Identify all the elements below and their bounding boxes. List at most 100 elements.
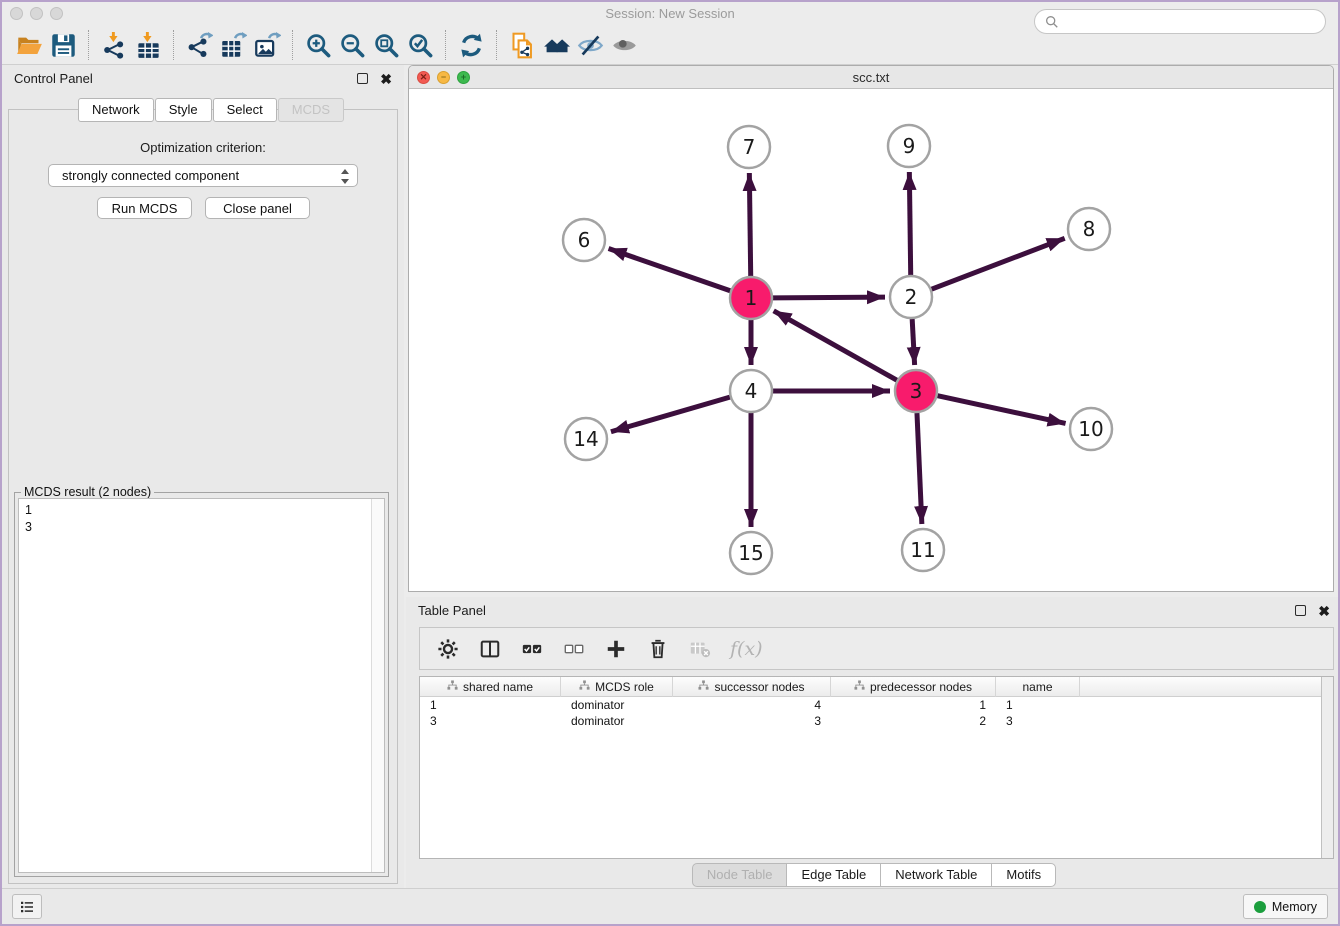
graph-node-10[interactable]: 10 <box>1070 408 1112 450</box>
svg-text:14: 14 <box>573 427 598 451</box>
edge-4-14[interactable] <box>611 397 730 432</box>
graph-node-15[interactable]: 15 <box>730 532 772 574</box>
table-cell[interactable]: 3 <box>996 713 1080 729</box>
column-header-successor-nodes[interactable]: successor nodes <box>673 677 831 697</box>
tab-network[interactable]: Network <box>78 98 154 122</box>
table-mode-icon[interactable] <box>478 637 502 661</box>
table-cell[interactable]: 2 <box>831 713 996 729</box>
table-cell[interactable]: 1 <box>996 697 1080 713</box>
tab-node-table[interactable]: Node Table <box>692 863 788 887</box>
edge-1-6[interactable] <box>609 249 731 291</box>
mcds-result-area[interactable]: 13 <box>18 498 385 873</box>
column-header-predecessor-nodes[interactable]: predecessor nodes <box>831 677 996 697</box>
column-header-name[interactable]: name <box>996 677 1080 697</box>
task-history-button[interactable] <box>12 894 42 919</box>
column-label: successor nodes <box>714 680 804 694</box>
duplicate-network-icon[interactable] <box>505 29 539 61</box>
status-bar: Memory <box>2 888 1338 924</box>
graph-node-6[interactable]: 6 <box>563 219 605 261</box>
run-mcds-button[interactable]: Run MCDS <box>97 197 192 219</box>
result-line: 3 <box>25 519 378 536</box>
memory-button[interactable]: Memory <box>1243 894 1328 919</box>
export-table-icon[interactable] <box>216 29 250 61</box>
edge-3-10[interactable] <box>937 396 1065 424</box>
graph-node-4[interactable]: 4 <box>730 370 772 412</box>
table-row[interactable]: 1dominator411 <box>420 697 1333 713</box>
hierarchy-icon <box>579 680 590 694</box>
zoom-fit-icon[interactable] <box>369 29 403 61</box>
edge-3-1[interactable] <box>774 311 897 380</box>
network-canvas[interactable]: 7 9 6 8 1 2 4 3 14 10 15 11 <box>409 89 1333 591</box>
edge-1-7[interactable] <box>749 173 750 276</box>
column-settings-icon[interactable] <box>436 637 460 661</box>
table-row[interactable]: 3dominator323 <box>420 713 1333 729</box>
hide-unselected-icon[interactable] <box>573 29 607 61</box>
save-session-icon[interactable] <box>46 29 80 61</box>
tab-network-table[interactable]: Network Table <box>880 863 992 887</box>
mcds-result-lines: 13 <box>25 502 378 536</box>
tab-style[interactable]: Style <box>155 98 212 122</box>
graph-node-1[interactable]: 1 <box>730 277 772 319</box>
refresh-icon[interactable] <box>454 29 488 61</box>
result-scrollbar[interactable] <box>371 499 384 872</box>
mcds-result-title: MCDS result (2 nodes) <box>21 485 154 499</box>
edge-2-3[interactable] <box>912 319 914 365</box>
column-header-MCDS-role[interactable]: MCDS role <box>561 677 673 697</box>
open-file-icon[interactable] <box>12 29 46 61</box>
edge-3-11[interactable] <box>917 413 922 524</box>
column-label: name <box>1022 680 1052 694</box>
select-all-icon[interactable] <box>520 637 544 661</box>
network-window-titlebar[interactable]: ✕ − + scc.txt <box>409 66 1333 89</box>
show-all-icon[interactable] <box>607 29 641 61</box>
app-window: Session: New Session Control Panel ✖ Net… <box>0 0 1340 926</box>
close-table-panel-icon[interactable]: ✖ <box>1318 604 1330 618</box>
table-cell[interactable]: dominator <box>561 697 673 713</box>
memory-label: Memory <box>1272 900 1317 914</box>
import-network-icon[interactable] <box>97 29 131 61</box>
table-cell[interactable]: 1 <box>831 697 996 713</box>
tab-mcds[interactable]: MCDS <box>278 98 344 122</box>
table-cell[interactable]: 4 <box>673 697 831 713</box>
column-header-shared-name[interactable]: shared name <box>420 677 561 697</box>
close-panel-button[interactable]: Close panel <box>205 197 310 219</box>
edge-1-2[interactable] <box>773 297 885 298</box>
add-column-icon[interactable] <box>604 637 628 661</box>
search-input[interactable] <box>1065 14 1315 29</box>
control-panel: Control Panel ✖ NetworkStyleSelectMCDS O… <box>2 65 404 890</box>
edge-2-8[interactable] <box>932 238 1065 289</box>
graph-node-14[interactable]: 14 <box>565 418 607 460</box>
column-label: predecessor nodes <box>870 680 972 694</box>
graph-node-11[interactable]: 11 <box>902 529 944 571</box>
close-panel-icon[interactable]: ✖ <box>380 72 392 86</box>
graph-node-7[interactable]: 7 <box>728 126 770 168</box>
tab-motifs[interactable]: Motifs <box>991 863 1056 887</box>
svg-text:9: 9 <box>903 134 916 158</box>
export-network-icon[interactable] <box>182 29 216 61</box>
svg-text:2: 2 <box>905 285 918 309</box>
float-table-panel-icon[interactable] <box>1295 605 1306 616</box>
graph-node-2[interactable]: 2 <box>890 276 932 318</box>
criterion-select[interactable]: strongly connected component <box>48 164 358 187</box>
graph-node-9[interactable]: 9 <box>888 125 930 167</box>
tab-edge-table[interactable]: Edge Table <box>786 863 881 887</box>
table-cell[interactable]: 3 <box>673 713 831 729</box>
graph-node-3[interactable]: 3 <box>895 370 937 412</box>
table-scrollbar[interactable] <box>1321 677 1333 858</box>
export-image-icon[interactable] <box>250 29 284 61</box>
table-cell[interactable]: 1 <box>420 697 561 713</box>
home-icon[interactable] <box>539 29 573 61</box>
float-panel-icon[interactable] <box>357 73 368 84</box>
table-cell[interactable]: 3 <box>420 713 561 729</box>
criterion-value: strongly connected component <box>62 168 239 183</box>
table-cell[interactable]: dominator <box>561 713 673 729</box>
zoom-selected-icon[interactable] <box>403 29 437 61</box>
zoom-in-icon[interactable] <box>301 29 335 61</box>
tab-select[interactable]: Select <box>213 98 277 122</box>
import-table-icon[interactable] <box>131 29 165 61</box>
edge-2-9[interactable] <box>909 172 910 275</box>
deselect-all-icon[interactable] <box>562 637 586 661</box>
search-box[interactable] <box>1034 9 1326 34</box>
zoom-out-icon[interactable] <box>335 29 369 61</box>
delete-column-icon[interactable] <box>646 637 670 661</box>
graph-node-8[interactable]: 8 <box>1068 208 1110 250</box>
